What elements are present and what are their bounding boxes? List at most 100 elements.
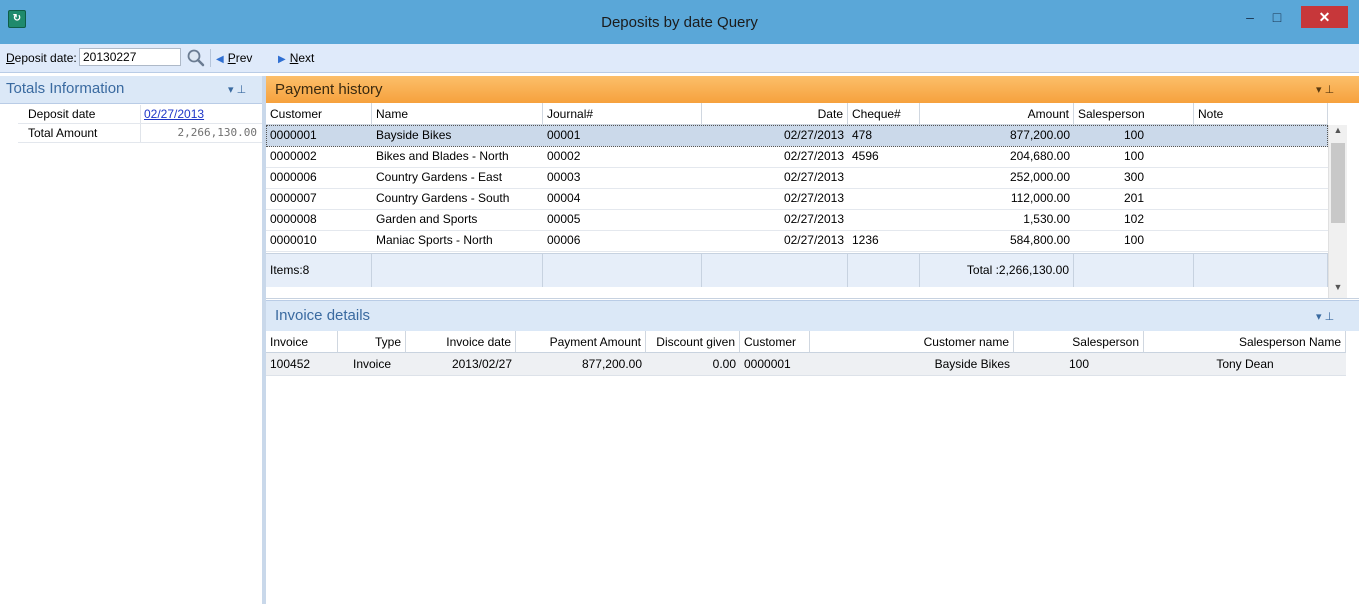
total-amount-summary: Total :2,266,130.00 — [920, 254, 1074, 287]
cell-salesperson: 100 — [1123, 233, 1145, 247]
column-header-discount-given[interactable]: Discount given — [646, 331, 740, 353]
column-header-amount[interactable]: Amount — [920, 103, 1074, 125]
summary-cell — [372, 254, 543, 287]
column-header-salesperson[interactable]: Salesperson — [1014, 331, 1144, 353]
column-header-journal[interactable]: Journal# — [543, 103, 702, 125]
cell-journal: 00003 — [547, 170, 581, 184]
pin-icon[interactable]: ▾ ⊥ — [228, 83, 246, 96]
scroll-up-icon[interactable]: ▲ — [1329, 125, 1347, 139]
column-header-salesperson[interactable]: Salesperson — [1074, 103, 1194, 125]
cell-note — [1194, 188, 1328, 209]
cell-amount: 204,680.00 — [1009, 149, 1070, 163]
cell-name: Maniac Sports - North — [376, 233, 493, 247]
maximize-button[interactable]: □ — [1264, 6, 1290, 28]
property-label: Deposit date — [28, 107, 96, 121]
pin-icon[interactable]: ▾ ⊥ — [1316, 83, 1334, 96]
cell-type: Invoice — [352, 357, 392, 371]
table-row[interactable]: 0000007 Country Gardens - South 00004 02/27… — [266, 188, 1328, 210]
minimize-button[interactable]: – — [1237, 6, 1263, 28]
cell-note — [1194, 125, 1328, 146]
cell-salesperson: 100 — [1123, 149, 1145, 163]
cell-discount-given: 0.00 — [712, 357, 736, 371]
cell-customer-name: Bayside Bikes — [934, 357, 1010, 371]
table-row[interactable]: 100452 Invoice 2013/02/27 877,200.00 0.00 000… — [266, 353, 1346, 376]
totals-panel-header: Totals Information ▾ ⊥ — [0, 76, 262, 104]
column-header-customer[interactable]: Customer — [266, 103, 372, 125]
cell-amount: 252,000.00 — [1009, 170, 1070, 184]
cell-amount: 1,530.00 — [1023, 212, 1070, 226]
right-area: Payment history ▾ ⊥ Customer Name Journal#… — [266, 76, 1359, 604]
cell-customer: 0000006 — [270, 170, 317, 184]
cell-date: 02/27/2013 — [783, 212, 844, 226]
cell-cheque — [848, 209, 920, 230]
cell-date: 02/27/2013 — [783, 233, 844, 247]
prev-button[interactable]: ◀ Prev — [216, 51, 252, 65]
property-row-deposit-date: Deposit date 02/27/2013 — [18, 105, 262, 124]
deposit-date-label: Deposit date: — [6, 51, 77, 65]
cell-date: 02/27/2013 — [783, 170, 844, 184]
totals-panel: Totals Information ▾ ⊥ Deposit date 02/2… — [0, 76, 266, 604]
property-divider — [140, 124, 141, 142]
column-header-customer[interactable]: Customer — [740, 331, 810, 353]
cell-journal: 00002 — [547, 149, 581, 163]
cell-cheque: 4596 — [852, 149, 879, 163]
cell-customer: 0000008 — [270, 212, 317, 226]
column-header-invoice[interactable]: Invoice — [266, 331, 338, 353]
column-header-salesperson-name[interactable]: Salesperson Name — [1144, 331, 1346, 353]
summary-cell — [848, 254, 920, 287]
property-divider — [140, 105, 141, 123]
column-header-invoice-date[interactable]: Invoice date — [406, 331, 516, 353]
cell-note — [1194, 230, 1328, 251]
cell-cheque: 1236 — [852, 233, 879, 247]
cell-name: Country Gardens - South — [376, 191, 510, 205]
payment-history-title: Payment history — [275, 81, 383, 98]
cell-amount: 112,000.00 — [1010, 191, 1070, 205]
deposit-date-link[interactable]: 02/27/2013 — [144, 107, 261, 121]
cell-salesperson: 201 — [1123, 191, 1145, 205]
cell-customer: 0000007 — [270, 191, 317, 205]
cell-journal: 00006 — [547, 233, 581, 247]
cell-invoice-date: 2013/02/27 — [451, 357, 512, 371]
cell-salesperson-name: Tony Dean — [1216, 357, 1274, 371]
column-header-name[interactable]: Name — [372, 103, 543, 125]
pin-icon[interactable]: ▾ ⊥ — [1316, 310, 1334, 323]
cell-salesperson: 102 — [1123, 212, 1145, 226]
title-bar[interactable]: ↻ Deposits by date Query – □ ✕ — [0, 0, 1359, 44]
column-header-cheque[interactable]: Cheque# — [848, 103, 920, 125]
arrow-left-icon: ◀ — [216, 54, 224, 65]
column-header-type[interactable]: Type — [338, 331, 406, 353]
table-row[interactable]: 0000006 Country Gardens - East 00003 02/27/… — [266, 167, 1328, 189]
payment-history-grid: Customer Name Journal# Date Cheque# Amount Sal… — [266, 103, 1359, 299]
cell-journal: 00005 — [547, 212, 581, 226]
payment-history-header: Payment history ▾ ⊥ — [266, 76, 1359, 103]
cell-journal: 00004 — [547, 191, 581, 205]
vertical-scrollbar[interactable]: ▲ ▼ — [1328, 125, 1347, 298]
cell-cheque — [848, 167, 920, 188]
column-header-date[interactable]: Date — [702, 103, 848, 125]
column-header-note[interactable]: Note — [1194, 103, 1328, 125]
cell-salesperson: 300 — [1123, 170, 1145, 184]
search-button[interactable] — [186, 48, 206, 68]
scroll-down-icon[interactable]: ▼ — [1329, 282, 1347, 296]
cell-date: 02/27/2013 — [783, 191, 844, 205]
table-row[interactable]: 0000001 Bayside Bikes 00001 02/27/2013 478 87… — [266, 125, 1328, 147]
table-row[interactable]: 0000010 Maniac Sports - North 00006 02/27/2… — [266, 230, 1328, 252]
cell-note — [1194, 167, 1328, 188]
cell-customer: 0000010 — [270, 233, 317, 247]
close-button[interactable]: ✕ — [1301, 6, 1348, 28]
table-row[interactable]: 0000008 Garden and Sports 00005 02/27/2013 1… — [266, 209, 1328, 231]
scroll-thumb[interactable] — [1331, 143, 1345, 223]
column-header-customer-name[interactable]: Customer name — [810, 331, 1014, 353]
property-row-total-amount: Total Amount 2,266,130.00 — [18, 124, 262, 143]
deposit-date-input[interactable] — [79, 48, 181, 66]
table-row[interactable]: 0000002 Bikes and Blades - North 00002 02/2… — [266, 146, 1328, 168]
summary-cell — [1074, 254, 1194, 287]
toolbar: Deposit date: ◀Prev ▶Next — [0, 44, 1359, 73]
next-button[interactable]: ▶ Next — [278, 51, 314, 65]
column-header-payment-amount[interactable]: Payment Amount — [516, 331, 646, 353]
cell-journal: 00001 — [547, 128, 581, 142]
invoice-details-header: Invoice details ▾ ⊥ — [266, 300, 1359, 332]
cell-name: Garden and Sports — [376, 212, 478, 226]
cell-amount: 877,200.00 — [1009, 128, 1070, 142]
cell-name: Country Gardens - East — [376, 170, 503, 184]
